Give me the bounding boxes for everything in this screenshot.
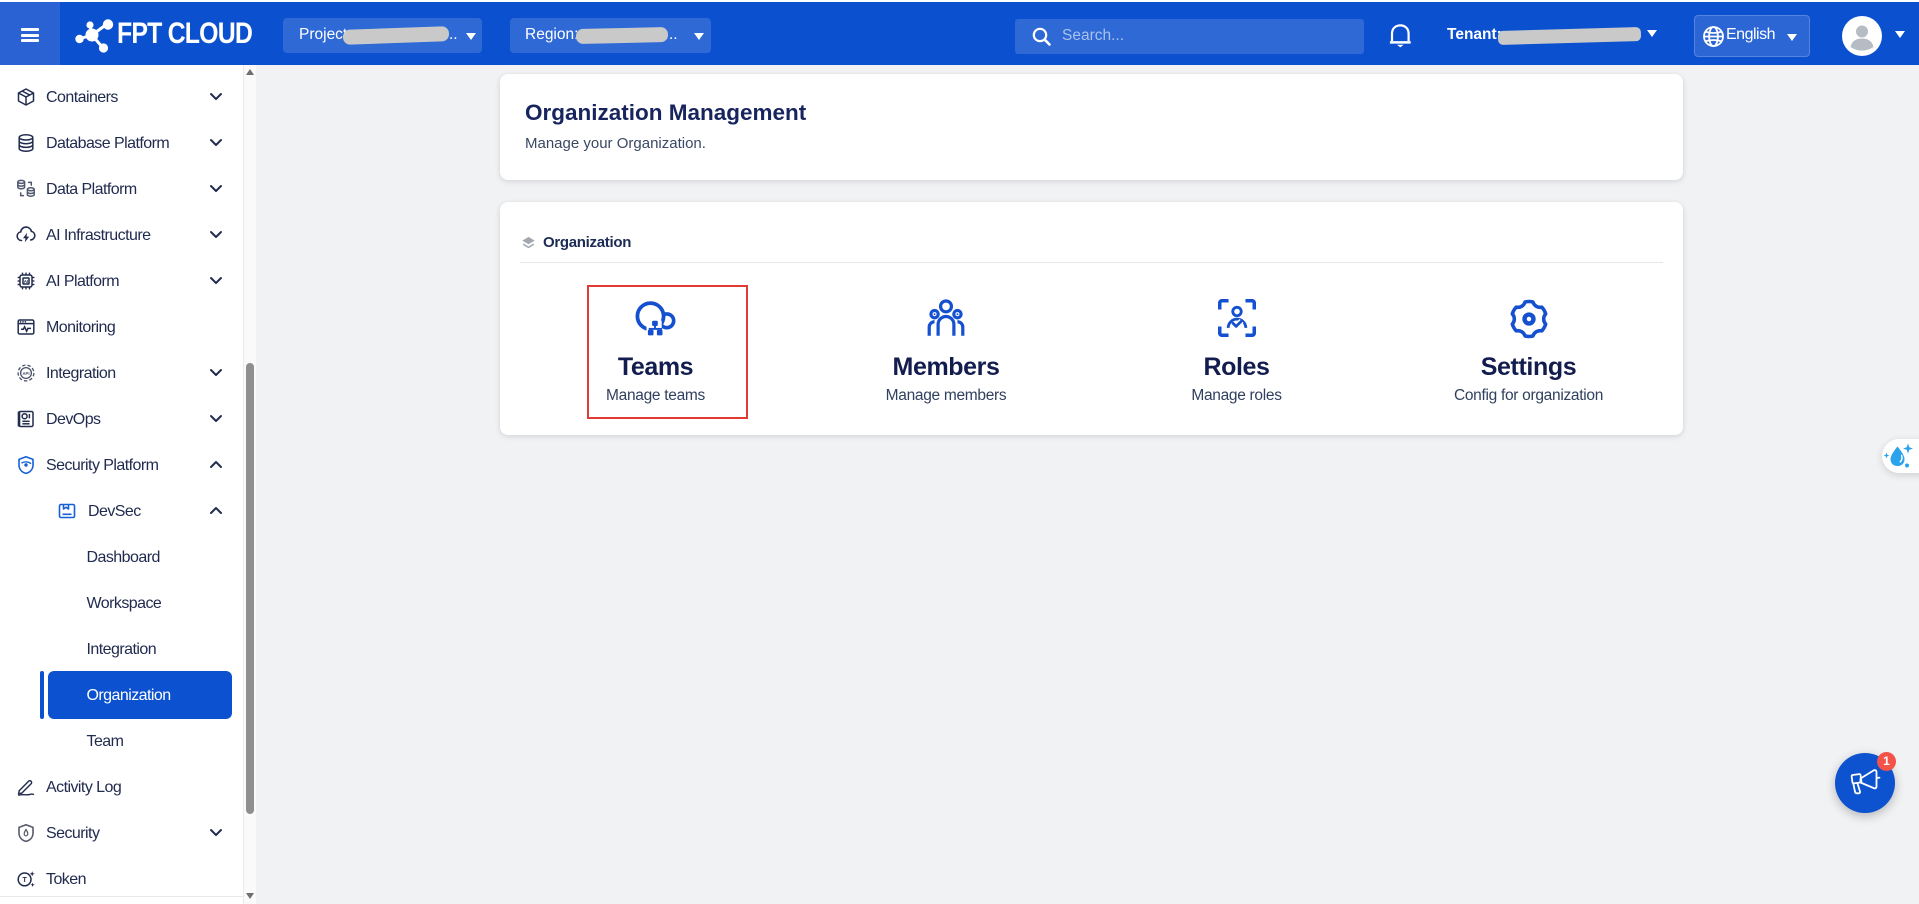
svg-text:T: T: [22, 877, 27, 884]
svg-text:AI: AI: [24, 279, 29, 284]
svg-text:API: API: [23, 370, 30, 375]
